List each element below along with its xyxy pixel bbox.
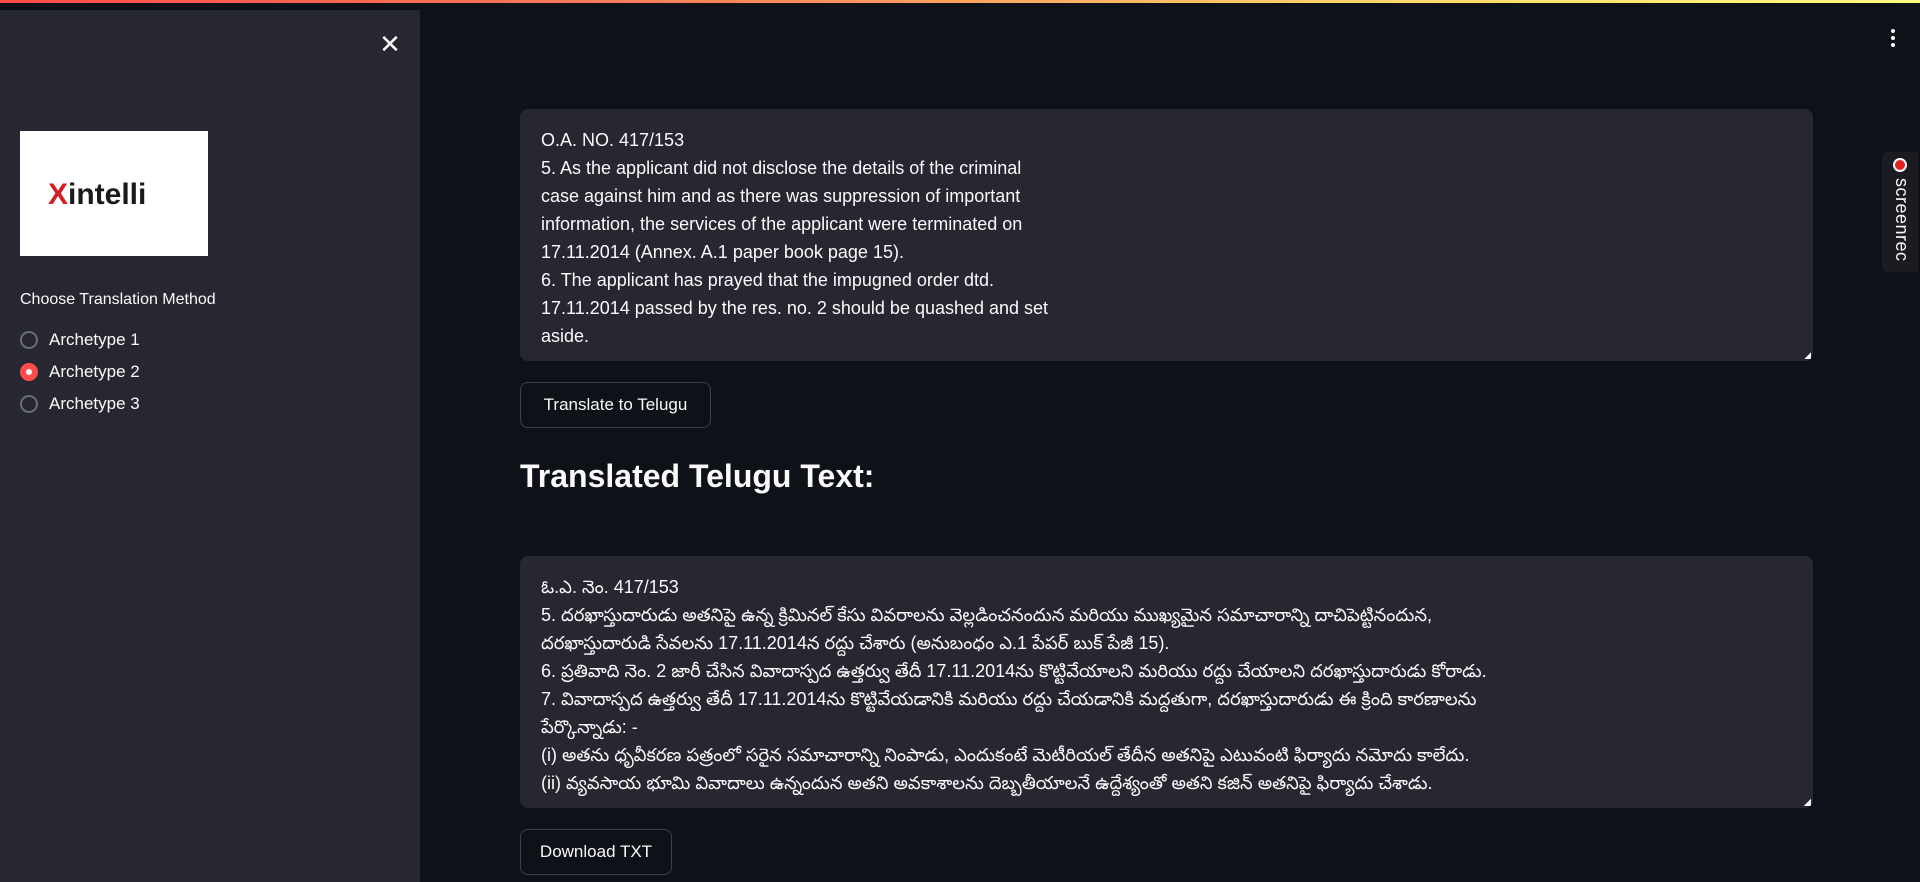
- radio-archetype-2[interactable]: Archetype 2: [20, 356, 140, 388]
- input-line: information, the services of the applica…: [541, 214, 1023, 234]
- top-header: [0, 0, 1920, 10]
- output-text-area[interactable]: ఓ.ఎ. నెం. 417/153 5. దరఖాస్తుదారుడు అతనిప…: [520, 556, 1813, 808]
- output-text-content: ఓ.ఎ. నెం. 417/153 5. దరఖాస్తుదారుడు అతనిప…: [541, 573, 1793, 797]
- radio-archetype-3[interactable]: Archetype 3: [20, 388, 140, 420]
- radio-circle[interactable]: [20, 395, 38, 413]
- input-line: 17.11.2014 passed by the res. no. 2 shou…: [541, 298, 1049, 318]
- radio-label: Archetype 2: [49, 362, 140, 381]
- close-sidebar-button[interactable]: ✕: [376, 30, 404, 58]
- xintelli-logo: X intelli: [20, 131, 208, 256]
- input-line: 17.11.2014 (Annex. A.1 paper book page 1…: [541, 242, 904, 262]
- output-line: (i) అతను ధృవీకరణ పత్రంలో సరైన సమాచారాన్న…: [541, 745, 1470, 765]
- output-line: (ii) వ్యవసాయ భూమి వివాదాలు ఉన్నందున అతని…: [541, 773, 1433, 793]
- input-text-content: O.A. NO. 417/153 5. As the applicant did …: [541, 126, 1793, 350]
- screenrec-label: screenrec: [1892, 178, 1912, 262]
- radio-label: Archetype 1: [49, 330, 140, 349]
- output-line: 5. దరఖాస్తుదారుడు అతనిపై ఉన్న క్రిమినల్ …: [541, 605, 1432, 625]
- download-txt-button[interactable]: Download TXT: [520, 829, 672, 875]
- radio-circle-selected[interactable]: [20, 363, 38, 381]
- output-line: ఓ.ఎ. నెం. 417/153: [541, 577, 679, 597]
- radio-archetype-1[interactable]: Archetype 1: [20, 324, 140, 356]
- input-line: case against him and as there was suppre…: [541, 186, 1021, 206]
- output-line: 6. ప్రతివాది నెం. 2 జారీ చేసిన వివాదాస్ప…: [541, 661, 1487, 681]
- radio-circle[interactable]: [20, 331, 38, 349]
- record-icon: [1893, 158, 1907, 172]
- translation-method-label: Choose Translation Method: [20, 291, 216, 308]
- sidebar: ✕ X intelli Choose Translation Method Ar…: [0, 10, 420, 882]
- translation-method-radio-group: Archetype 1 Archetype 2 Archetype 3: [20, 324, 140, 420]
- input-line: 5. As the applicant did not disclose the…: [541, 158, 1022, 178]
- logo-text: intelli: [68, 178, 146, 211]
- screenrec-widget[interactable]: screenrec: [1882, 152, 1918, 272]
- input-line: O.A. NO. 417/153: [541, 130, 685, 150]
- translated-text-heading: Translated Telugu Text:: [520, 458, 875, 494]
- input-line: aside.: [541, 326, 590, 346]
- input-text-area[interactable]: O.A. NO. 417/153 5. As the applicant did …: [520, 109, 1813, 361]
- output-line: దరఖాస్తుదారుడి సేవలను 17.11.2014న రద్దు …: [541, 633, 1170, 653]
- resize-handle-icon[interactable]: [1804, 799, 1811, 806]
- main-menu-kebab-icon[interactable]: [1886, 24, 1900, 52]
- output-line: పేర్కొన్నాడు: -: [541, 717, 638, 737]
- output-line: 7. వివాదాస్పద ఉత్తర్వు తేదీ 17.11.2014ను…: [541, 689, 1477, 709]
- resize-handle-icon[interactable]: [1804, 352, 1811, 359]
- input-line: 6. The applicant has prayed that the imp…: [541, 270, 994, 290]
- header-decoration: [0, 0, 1920, 3]
- logo-x: X: [48, 178, 68, 211]
- radio-label: Archetype 3: [49, 394, 140, 413]
- translate-to-telugu-button[interactable]: Translate to Telugu: [520, 382, 711, 428]
- close-icon: ✕: [379, 29, 401, 59]
